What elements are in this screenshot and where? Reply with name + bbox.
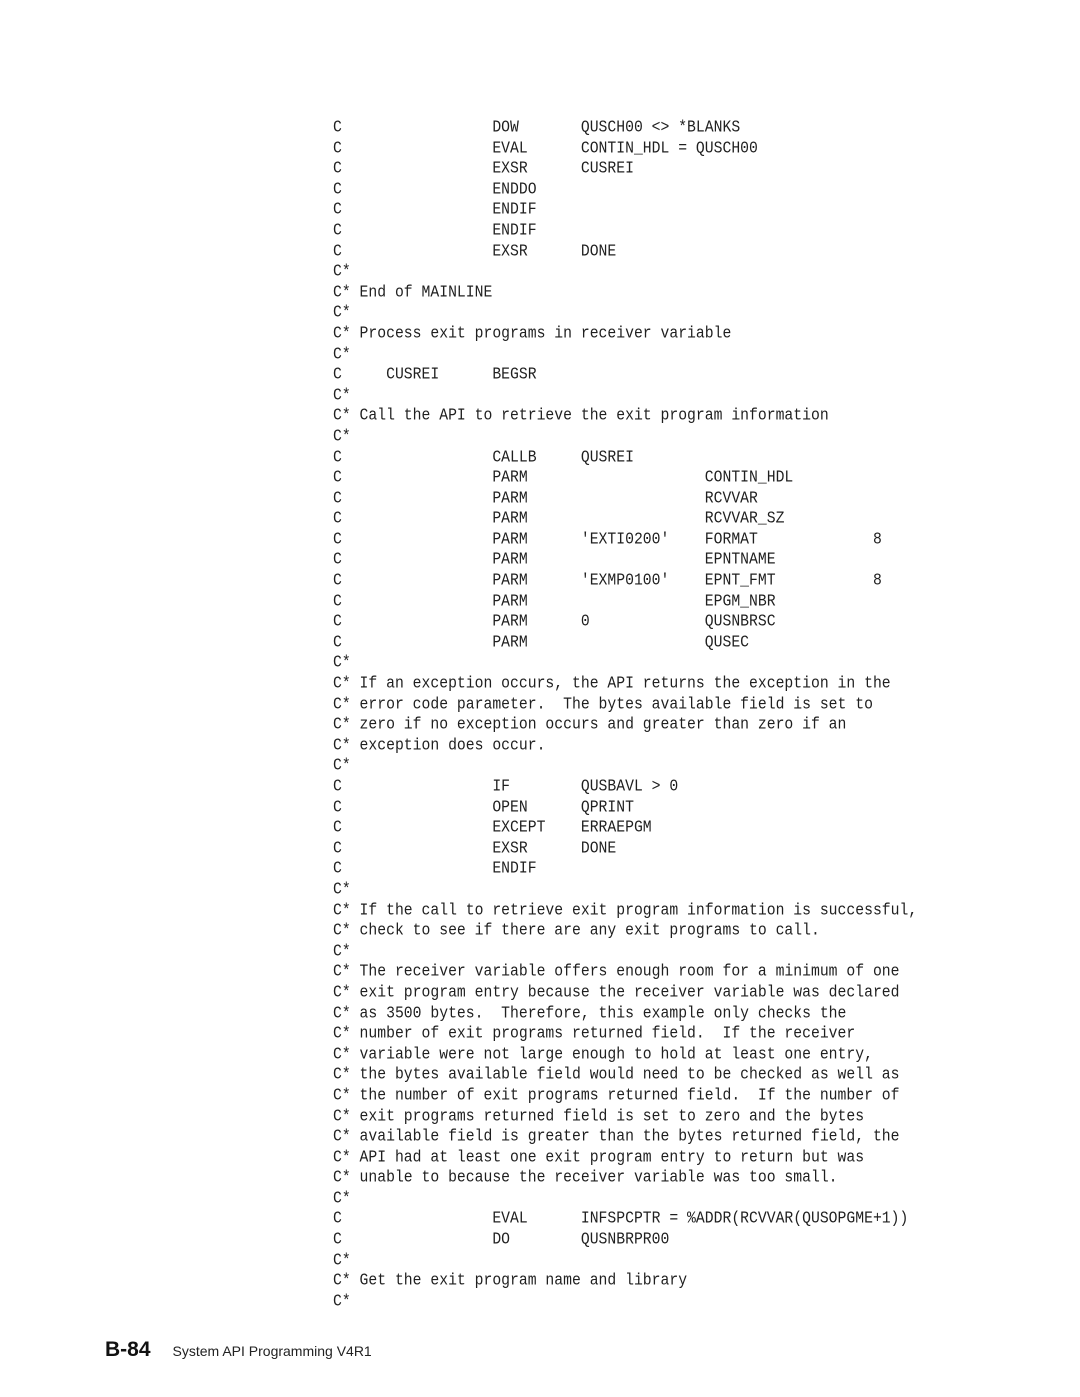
code-line: C ENDIF xyxy=(333,221,537,240)
code-comment-line: C* The receiver variable offers enough r… xyxy=(333,963,900,982)
code-comment-line: C* available field is greater than the b… xyxy=(333,1128,900,1147)
code-comment-line: C* Get the exit program name and library xyxy=(333,1272,688,1291)
code-comment-line: C* xyxy=(333,427,351,446)
code-comment-line: C* number of exit programs returned fiel… xyxy=(333,1025,856,1044)
code-line: C DO QUSNBRPR00 xyxy=(333,1231,670,1249)
code-line: C PARM RCVVAR_SZ xyxy=(333,510,785,529)
code-line: C EXSR CUSREI xyxy=(333,160,634,179)
page-number: B-84 xyxy=(105,1338,151,1361)
code-line: C ENDIF xyxy=(333,860,537,879)
code-line: C PARM 0 QUSNBRSC xyxy=(333,613,776,632)
code-line: C PARM CONTIN_HDL xyxy=(333,469,794,488)
code-comment-line: C* xyxy=(333,880,351,899)
code-comment-line: C* xyxy=(333,263,351,282)
code-line: C ENDIF xyxy=(333,201,537,220)
code-comment-line: C* If an exception occurs, the API retur… xyxy=(333,675,891,693)
code-comment-line: C* check to see if there are any exit pr… xyxy=(333,922,820,941)
code-comment-line: C* xyxy=(333,1292,351,1311)
code-comment-line: C* unable to because the receiver variab… xyxy=(333,1169,838,1188)
code-comment-line: C* Call the API to retrieve the exit pro… xyxy=(333,407,829,426)
code-comment-line: C* zero if no exception occurs and great… xyxy=(333,716,847,735)
code-comment-line: C* the bytes available field would need … xyxy=(333,1066,900,1085)
code-line: C PARM 'EXMP0100' EPNT_FMT 8 xyxy=(333,572,882,590)
page-footer: B-84 System API Programming V4R1 xyxy=(105,1338,372,1362)
code-line: C DOW QUSCH00 <> *BLANKS xyxy=(333,119,741,137)
code-comment-line: C* xyxy=(333,304,351,323)
code-line: C IF QUSBAVL > 0 xyxy=(333,778,679,796)
book-title: System API Programming V4R1 xyxy=(172,1343,372,1359)
code-comment-line: C* exit program entry because the receiv… xyxy=(333,983,900,1002)
code-line: C CUSREI BEGSR xyxy=(333,366,537,385)
code-listing: C DOW QUSCH00 <> *BLANKS C EVAL CONTIN_HD… xyxy=(333,118,917,1312)
code-line: C EXCEPT ERRAEPGM xyxy=(333,819,652,838)
code-comment-line: C* the number of exit programs returned … xyxy=(333,1086,900,1105)
code-comment-line: C* Process exit programs in receiver var… xyxy=(333,324,732,343)
